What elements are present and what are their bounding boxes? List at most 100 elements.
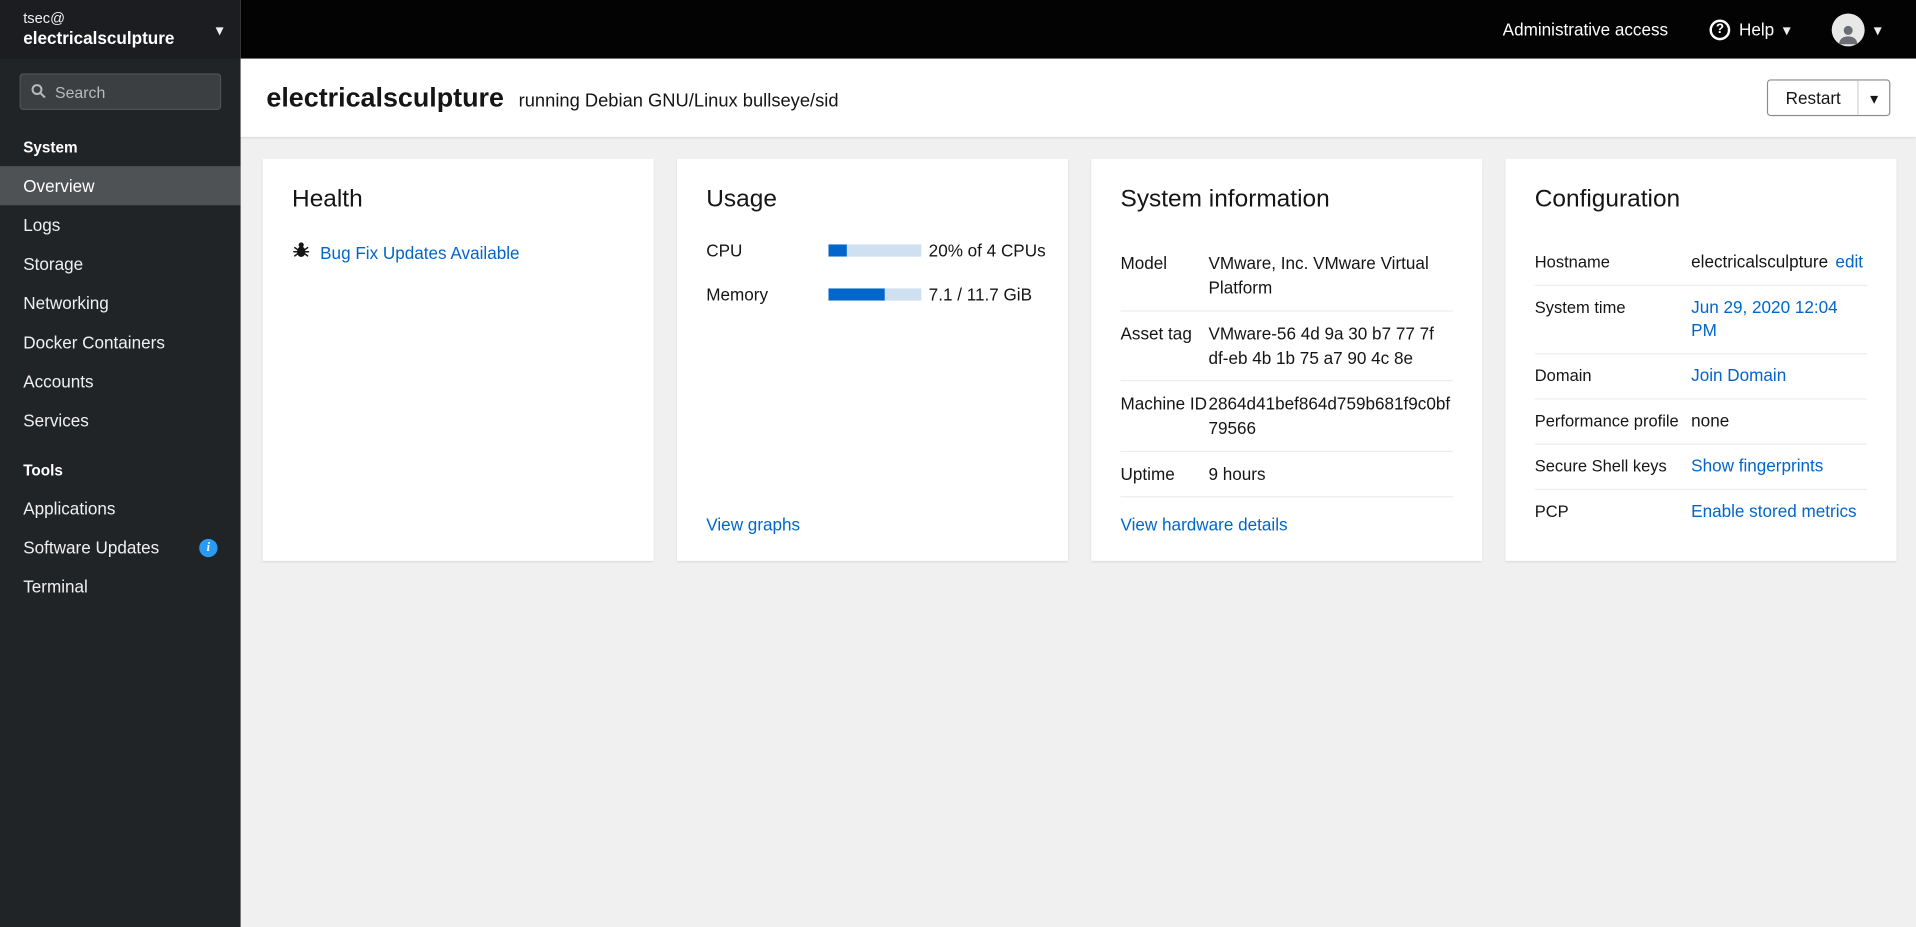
sidebar-item-accounts[interactable]: Accounts bbox=[0, 362, 241, 401]
configuration-card: Configuration Hostname electricalsculptu… bbox=[1505, 158, 1897, 561]
search-icon bbox=[31, 83, 47, 105]
bug-fix-updates-link[interactable]: Bug Fix Updates Available bbox=[320, 243, 519, 263]
restart-dropdown-toggle[interactable]: ▾ bbox=[1857, 80, 1890, 115]
usage-card: Usage CPU 20% of 4 CPUs Memory 7.1 / 11.… bbox=[676, 158, 1068, 561]
restart-button[interactable]: Restart bbox=[1768, 80, 1858, 115]
sidebar-item-logs[interactable]: Logs bbox=[0, 205, 241, 244]
row-value: electricalsculpture bbox=[1691, 251, 1829, 272]
table-row-domain: Domain Join Domain bbox=[1534, 354, 1868, 400]
bug-icon bbox=[292, 241, 310, 265]
chevron-down-icon: ▾ bbox=[1873, 20, 1882, 39]
cpu-progress-fill bbox=[828, 244, 848, 257]
row-label: Hostname bbox=[1534, 252, 1610, 272]
help-icon: ? bbox=[1709, 18, 1731, 40]
enable-stored-metrics-link[interactable]: Enable stored metrics bbox=[1691, 499, 1856, 523]
sidebar-item-services[interactable]: Services bbox=[0, 401, 241, 440]
table-row-asset-tag: Asset tag VMware-56 4d 9a 30 b7 77 7f df… bbox=[1120, 311, 1453, 382]
card-title-health: Health bbox=[292, 185, 363, 213]
sidebar-item-docker-containers[interactable]: Docker Containers bbox=[0, 323, 241, 362]
card-title-configuration: Configuration bbox=[1534, 185, 1681, 213]
table-row-uptime: Uptime 9 hours bbox=[1120, 452, 1453, 498]
memory-label: Memory bbox=[706, 284, 769, 305]
masthead: Administrative access ? Help ▾ ▾ bbox=[240, 0, 1916, 59]
memory-progress-fill bbox=[828, 288, 886, 301]
sidebar-item-networking[interactable]: Networking bbox=[0, 283, 241, 322]
sidebar-item-storage[interactable]: Storage bbox=[0, 244, 241, 283]
row-label: Model bbox=[1120, 252, 1168, 273]
overview-cards: Health Bug Fix Updates Available Usage C… bbox=[241, 137, 1916, 583]
sidebar-item-applications[interactable]: Applications bbox=[0, 489, 241, 528]
hostname-edit-link[interactable]: edit bbox=[1835, 250, 1863, 274]
card-title-system-information: System information bbox=[1120, 185, 1330, 213]
table-row-model: Model VMware, Inc. VMware Virtual Platfo… bbox=[1120, 241, 1453, 312]
memory-usage-row: Memory 7.1 / 11.7 GiB bbox=[706, 285, 1038, 305]
host-switcher-text: tsec@ electricalsculpture bbox=[23, 9, 215, 49]
cpu-usage-row: CPU 20% of 4 CPUs bbox=[706, 240, 1045, 261]
sidebar-item-label: Software Updates bbox=[23, 537, 160, 558]
os-release-text: running Debian GNU/Linux bullseye/sid bbox=[518, 90, 839, 112]
memory-progress-bar bbox=[828, 288, 922, 301]
cpu-progress-bar bbox=[828, 244, 922, 257]
sidebar-item-terminal[interactable]: Terminal bbox=[0, 567, 241, 606]
row-value: 2864d41bef864d759b681f9c0bf79566 bbox=[1208, 393, 1451, 439]
row-value: VMware, Inc. VMware Virtual Platform bbox=[1208, 252, 1429, 298]
memory-usage-value: 7.1 / 11.7 GiB bbox=[928, 284, 1033, 305]
sidebar: tsec@ electricalsculpture ▾ System Overv… bbox=[0, 0, 241, 927]
join-domain-link[interactable]: Join Domain bbox=[1691, 364, 1786, 388]
page-title-group: electricalsculpture running Debian GNU/L… bbox=[266, 82, 838, 114]
row-label: PCP bbox=[1534, 501, 1569, 521]
row-value: VMware-56 4d 9a 30 b7 77 7f df-eb 4b 1b … bbox=[1208, 323, 1434, 368]
system-time-link[interactable]: Jun 29, 2020 12:04 PM bbox=[1691, 296, 1867, 344]
administrative-access-button[interactable]: Administrative access bbox=[1488, 12, 1683, 46]
help-menu[interactable]: ? Help ▾ bbox=[1695, 12, 1805, 47]
main-area: Administrative access ? Help ▾ ▾ electri… bbox=[240, 0, 1916, 927]
table-row-system-time: System time Jun 29, 2020 12:04 PM bbox=[1534, 286, 1868, 355]
help-label: Help bbox=[1738, 19, 1775, 40]
row-label: Asset tag bbox=[1120, 323, 1192, 343]
sidebar-nav: System Overview Logs Storage Networking … bbox=[0, 117, 241, 927]
nav-section-tools: Tools bbox=[23, 461, 63, 480]
sidebar-search bbox=[19, 73, 222, 110]
view-hardware-details-link[interactable]: View hardware details bbox=[1121, 515, 1453, 535]
nav-section-system: System bbox=[23, 139, 78, 157]
chevron-down-icon: ▾ bbox=[1870, 88, 1879, 107]
avatar bbox=[1832, 12, 1866, 46]
row-label: Machine ID bbox=[1120, 393, 1208, 414]
view-graphs-link[interactable]: View graphs bbox=[706, 515, 1038, 535]
sidebar-item-overview[interactable]: Overview bbox=[0, 166, 241, 206]
row-value: 9 hours bbox=[1208, 464, 1266, 484]
table-row-performance-profile: Performance profile none bbox=[1534, 400, 1868, 445]
configuration-table: Hostname electricalsculpture edit System… bbox=[1534, 241, 1868, 534]
cpu-usage-value: 20% of 4 CPUs bbox=[928, 240, 1046, 261]
table-row-hostname: Hostname electricalsculpture edit bbox=[1534, 241, 1868, 286]
system-information-table: Model VMware, Inc. VMware Virtual Platfo… bbox=[1120, 241, 1453, 515]
system-information-card: System information Model VMware, Inc. VM… bbox=[1091, 158, 1483, 561]
info-icon: i bbox=[199, 538, 218, 557]
session-menu[interactable]: ▾ bbox=[1818, 5, 1897, 53]
logged-in-user: tsec@ bbox=[23, 9, 66, 27]
page-header: electricalsculpture running Debian GNU/L… bbox=[240, 58, 1916, 137]
row-value: none bbox=[1691, 410, 1730, 431]
health-card: Health Bug Fix Updates Available bbox=[262, 158, 654, 561]
chevron-down-icon: ▾ bbox=[215, 20, 224, 39]
row-label: Performance profile bbox=[1534, 411, 1679, 431]
restart-split-button: Restart ▾ bbox=[1767, 79, 1891, 117]
host-name: electricalsculpture bbox=[23, 27, 175, 48]
health-updates-item: Bug Fix Updates Available bbox=[292, 241, 624, 265]
show-fingerprints-link[interactable]: Show fingerprints bbox=[1691, 454, 1823, 478]
cpu-label: CPU bbox=[706, 240, 743, 261]
row-label: Uptime bbox=[1120, 464, 1175, 484]
table-row-machine-id: Machine ID 2864d41bef864d759b681f9c0bf79… bbox=[1120, 381, 1453, 452]
host-switcher[interactable]: tsec@ electricalsculpture ▾ bbox=[0, 0, 241, 59]
row-label: Domain bbox=[1534, 366, 1592, 386]
chevron-down-icon: ▾ bbox=[1782, 20, 1791, 39]
table-row-pcp: PCP Enable stored metrics bbox=[1535, 490, 1867, 534]
app-window: tsec@ electricalsculpture ▾ System Overv… bbox=[0, 0, 1916, 927]
sidebar-item-software-updates[interactable]: Software Updates i bbox=[0, 528, 241, 567]
row-label: System time bbox=[1534, 298, 1626, 317]
row-label: Secure Shell keys bbox=[1534, 456, 1667, 476]
card-title-usage: Usage bbox=[706, 185, 777, 213]
page-title-hostname: electricalsculpture bbox=[266, 81, 504, 113]
search-input[interactable] bbox=[19, 73, 222, 110]
table-row-secure-shell-keys: Secure Shell keys Show fingerprints bbox=[1534, 445, 1868, 490]
